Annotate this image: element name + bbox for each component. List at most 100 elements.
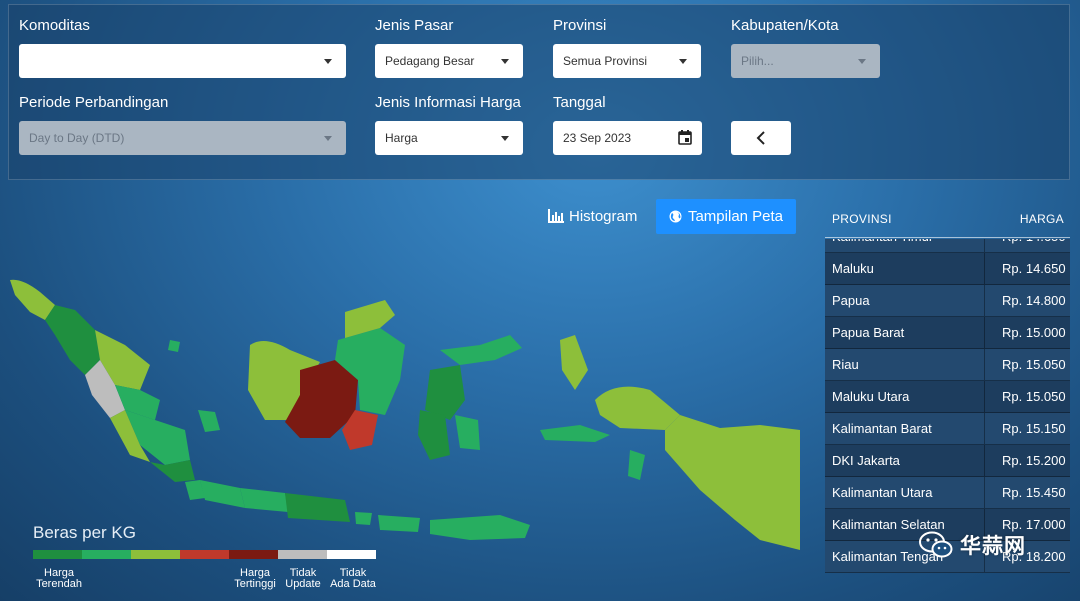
cell-province: Maluku xyxy=(825,253,985,284)
chevron-down-icon xyxy=(858,59,866,64)
provinsi-select[interactable]: Semua Provinsi xyxy=(553,44,701,78)
legend-label-line: Update xyxy=(285,578,321,590)
province-papua[interactable] xyxy=(665,415,800,550)
legend-swatch-white xyxy=(327,550,376,559)
tanggal-label: Tanggal xyxy=(553,94,606,111)
province-sulteng[interactable] xyxy=(425,365,465,420)
back-button[interactable] xyxy=(731,121,791,155)
province-jabar[interactable] xyxy=(200,480,245,508)
province-ntt[interactable] xyxy=(430,515,530,540)
provinsi-label: Provinsi xyxy=(553,17,607,34)
histogram-button[interactable]: Histogram xyxy=(548,199,637,233)
province-jatim[interactable] xyxy=(285,493,350,522)
tanggal-input[interactable]: 23 Sep 2023 xyxy=(553,121,702,155)
table-row[interactable]: Riau Rp. 15.050 xyxy=(825,349,1070,381)
legend-swatch-red xyxy=(180,550,229,559)
legend-label-line: Ada Data xyxy=(330,578,376,590)
periode-value: Day to Day (DTD) xyxy=(29,131,125,145)
header-price[interactable]: HARGA xyxy=(1020,212,1064,226)
cell-province: Papua Barat xyxy=(825,317,985,348)
cell-price: Rp. 15.000 xyxy=(1002,325,1066,340)
legend-label-no-update: Tidak Update xyxy=(283,568,323,590)
jenis-info-label: Jenis Informasi Harga xyxy=(375,94,521,111)
kabupaten-select[interactable]: Pilih... xyxy=(731,44,880,78)
province-sulsel[interactable] xyxy=(418,410,450,460)
province-aceh[interactable] xyxy=(10,279,55,320)
jenis-pasar-select[interactable]: Pedagang Besar xyxy=(375,44,523,78)
price-table: PROVINSI HARGA Kalimantan TimurRp. 14.65… xyxy=(825,200,1070,580)
province-ntb[interactable] xyxy=(378,515,420,532)
cell-price: Rp. 14.800 xyxy=(1002,293,1066,308)
watermark-text: 华蒜网 xyxy=(960,535,1026,558)
komoditas-select[interactable] xyxy=(19,44,346,78)
table-row[interactable]: Maluku Utara Rp. 15.050 xyxy=(825,381,1070,413)
province-maluku[interactable] xyxy=(540,425,610,442)
province-babel[interactable] xyxy=(198,410,220,432)
cell-province: Kalimantan Utara xyxy=(825,477,985,508)
cell-price: Rp. 14.650 xyxy=(1002,261,1066,276)
legend-label-line: Terendah xyxy=(36,578,82,590)
watermark: 华蒜网 xyxy=(918,530,1026,560)
cell-price: Rp. 15.050 xyxy=(1002,357,1066,372)
table-row[interactable]: Kalimantan TimurRp. 14.650 xyxy=(825,239,1070,253)
histogram-label: Histogram xyxy=(569,207,638,225)
province-maluku-tenggara[interactable] xyxy=(628,450,645,480)
map-view-label: Tampilan Peta xyxy=(687,208,784,225)
chevron-down-icon xyxy=(679,59,687,64)
jenis-info-value: Harga xyxy=(385,131,418,145)
header-province[interactable]: PROVINSI xyxy=(832,212,892,226)
province-jateng[interactable] xyxy=(240,488,288,512)
cell-price: Rp. 15.200 xyxy=(1002,453,1066,468)
cell-province: DKI Jakarta xyxy=(825,445,985,476)
province-sulut[interactable] xyxy=(440,335,522,365)
calendar-icon[interactable] xyxy=(678,130,692,145)
chevron-down-icon xyxy=(501,59,509,64)
legend-label-no-data: Tidak Ada Data xyxy=(328,568,378,590)
periode-label: Periode Perbandingan xyxy=(19,94,169,111)
kabupaten-placeholder: Pilih... xyxy=(741,54,774,68)
province-sumut[interactable] xyxy=(45,305,100,375)
cell-province: Kalimantan Timur xyxy=(825,239,985,252)
legend-label-lowest: Harga Terendah xyxy=(33,568,85,590)
province-malut[interactable] xyxy=(560,335,588,390)
legend-swatch-dark-green xyxy=(33,550,82,559)
jenis-pasar-label: Jenis Pasar xyxy=(375,17,454,34)
table-header: PROVINSI HARGA xyxy=(825,200,1070,238)
komoditas-label: Komoditas xyxy=(19,17,90,34)
jenis-info-select[interactable]: Harga xyxy=(375,121,523,155)
wechat-icon xyxy=(919,531,953,558)
map-view-button[interactable]: Tampilan Peta xyxy=(656,199,796,234)
tanggal-value: 23 Sep 2023 xyxy=(563,131,632,145)
province-bali[interactable] xyxy=(355,512,372,525)
periode-select[interactable]: Day to Day (DTD) xyxy=(19,121,346,155)
cell-price: Rp. 14.650 xyxy=(985,239,1070,252)
cell-price: Rp. 15.150 xyxy=(1002,421,1066,436)
province-kepri[interactable] xyxy=(168,340,180,352)
provinsi-value: Semua Provinsi xyxy=(563,54,648,68)
cell-province: Papua xyxy=(825,285,985,316)
cell-province: Kalimantan Barat xyxy=(825,413,985,444)
province-sultra[interactable] xyxy=(455,415,480,450)
table-row[interactable]: Papua Barat Rp. 15.000 xyxy=(825,317,1070,349)
legend-swatch-light-green xyxy=(131,550,180,559)
globe-icon xyxy=(669,210,682,223)
chevron-down-icon xyxy=(501,136,509,141)
table-row[interactable]: DKI Jakarta Rp. 15.200 xyxy=(825,445,1070,477)
table-row[interactable]: Papua Rp. 14.800 xyxy=(825,285,1070,317)
cell-province: Maluku Utara xyxy=(825,381,985,412)
indonesia-map[interactable] xyxy=(0,250,800,550)
kabupaten-label: Kabupaten/Kota xyxy=(731,17,839,34)
cell-price: Rp. 15.050 xyxy=(1002,389,1066,404)
table-row[interactable]: Maluku Rp. 14.650 xyxy=(825,253,1070,285)
chevron-down-icon xyxy=(324,136,332,141)
legend-swatch-dark-red xyxy=(229,550,278,559)
legend-label-highest: Harga Tertinggi xyxy=(231,568,279,590)
legend-color-bar xyxy=(33,550,376,559)
table-row[interactable]: Kalimantan Barat Rp. 15.150 xyxy=(825,413,1070,445)
jenis-pasar-value: Pedagang Besar xyxy=(385,54,475,68)
table-body[interactable]: Kalimantan TimurRp. 14.650MalukuRp. 14.6… xyxy=(825,239,1070,580)
table-row[interactable]: Kalimantan Utara Rp. 15.450 xyxy=(825,477,1070,509)
province-papua-barat[interactable] xyxy=(595,386,680,430)
legend-swatch-green xyxy=(82,550,131,559)
cell-province: Riau xyxy=(825,349,985,380)
